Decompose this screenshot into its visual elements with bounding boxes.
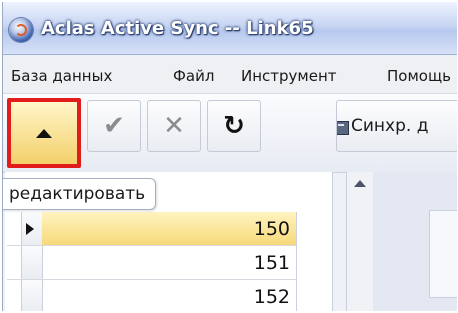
edit-button[interactable] (7, 98, 81, 168)
tooltip-edit: редактировать (3, 178, 157, 210)
database-icon (337, 121, 349, 135)
menu-bar: База данных Файл Инструмент Помощь (3, 55, 457, 94)
row-indicator[interactable] (21, 280, 43, 311)
menu-database[interactable]: База данных (11, 67, 112, 85)
triangle-up-icon (36, 128, 52, 138)
side-panel-box (429, 210, 457, 298)
checkmark-icon: ✔ (103, 111, 125, 141)
scroll-up-button[interactable] (347, 172, 373, 194)
arrow-up-icon (354, 179, 366, 187)
table-cell[interactable]: 151 (42, 246, 297, 279)
window-title: Aclas Active Sync -- Link65 (41, 18, 314, 39)
table-cell[interactable]: 152 (42, 280, 297, 311)
table-row[interactable]: 152 (7, 280, 297, 311)
vertical-scrollbar[interactable] (346, 172, 374, 311)
app-icon[interactable] (9, 18, 33, 42)
toolbar: ✔ ✕ ↻ Синхр. д (3, 94, 457, 173)
row-pointer-icon (26, 223, 34, 235)
menu-file[interactable]: Файл (173, 67, 214, 85)
right-panel (373, 172, 457, 311)
row-indicator[interactable] (21, 212, 43, 245)
table-row[interactable]: 151 (7, 246, 297, 280)
sync-button-label: Синхр. д (351, 116, 429, 136)
refresh-icon: ↻ (223, 111, 245, 141)
close-icon: ✕ (163, 111, 185, 141)
table-row[interactable]: 150 (7, 212, 297, 246)
row-indicator[interactable] (21, 246, 43, 279)
menu-help[interactable]: Помощь (387, 67, 451, 85)
cancel-button[interactable]: ✕ (147, 100, 201, 152)
confirm-button[interactable]: ✔ (87, 100, 141, 152)
title-bar[interactable]: Aclas Active Sync -- Link65 (3, 2, 457, 55)
menu-tools[interactable]: Инструмент (241, 67, 337, 85)
sync-button[interactable]: Синхр. д (336, 100, 457, 152)
app-window: Aclas Active Sync -- Link65 База данных … (2, 2, 457, 311)
refresh-button[interactable]: ↻ (207, 100, 261, 152)
table-cell[interactable]: 150 (42, 212, 297, 245)
